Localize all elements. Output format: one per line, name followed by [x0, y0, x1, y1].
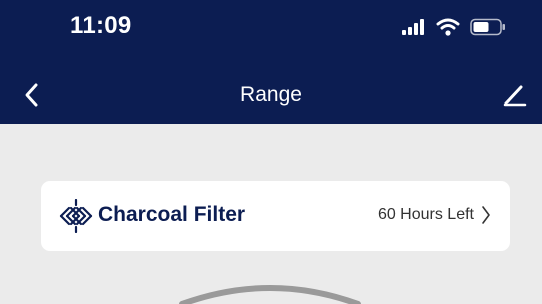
chevron-right-icon: [482, 206, 490, 224]
status-icons: [402, 18, 506, 36]
charcoal-filter-card[interactable]: Charcoal Filter 60 Hours Left: [41, 181, 510, 251]
pencil-icon: [503, 85, 527, 107]
charcoal-filter-icon: [59, 199, 93, 233]
status-time: 11:09: [70, 12, 132, 39]
wifi-icon: [436, 18, 460, 36]
signal-icon: [402, 19, 424, 35]
filter-hours-left: 60 Hours Left: [377, 206, 474, 223]
edit-button[interactable]: [502, 82, 528, 108]
app-header: 11:09 Range: [0, 0, 542, 124]
filter-title: Charcoal Filter: [98, 203, 246, 226]
battery-icon: [470, 18, 505, 36]
page-title: Range: [240, 83, 302, 106]
range-gauge-ring: [179, 285, 361, 304]
